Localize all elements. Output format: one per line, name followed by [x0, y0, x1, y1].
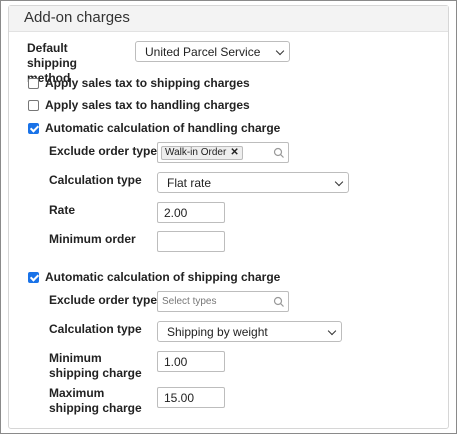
shipping-exclude-placeholder: Select types — [162, 296, 217, 307]
handling-exclude-input[interactable]: Walk-in Order ✕ — [157, 142, 289, 163]
shipping-exclude-label: Exclude order types — [49, 293, 164, 307]
handling-calc-type-select[interactable]: Flat rate — [157, 172, 349, 193]
handling-min-order-input[interactable] — [157, 231, 225, 252]
order-type-tag-label: Walk-in Order — [165, 147, 227, 158]
shipping-max-charge-input[interactable]: 15.00 — [157, 387, 225, 408]
sales-tax-handling-label: Apply sales tax to handling charges — [45, 98, 250, 112]
panel-title: Add-on charges — [24, 9, 130, 26]
default-shipping-value: United Parcel Service — [145, 45, 261, 59]
default-shipping-select[interactable]: United Parcel Service — [135, 41, 290, 62]
order-type-tag: Walk-in Order ✕ — [161, 146, 243, 160]
handling-rate-label: Rate — [49, 203, 76, 217]
sales-tax-handling-checkbox[interactable] — [28, 99, 39, 111]
shipping-max-charge-label: Maximum shipping charge — [49, 386, 142, 415]
chevron-down-icon — [327, 326, 337, 336]
auto-handling-row[interactable]: Automatic calculation of handling charge — [28, 121, 280, 135]
auto-shipping-label: Automatic calculation of shipping charge — [45, 270, 281, 284]
shipping-calc-type-value: Shipping by weight — [167, 325, 268, 339]
handling-exclude-label: Exclude order types — [49, 144, 164, 158]
sales-tax-shipping-row[interactable]: Apply sales tax to shipping charges — [28, 76, 250, 90]
panel-header: Add-on charges — [9, 6, 448, 32]
sales-tax-shipping-label: Apply sales tax to shipping charges — [45, 76, 250, 90]
shipping-calc-type-label: Calculation type — [49, 322, 142, 336]
search-icon — [273, 147, 284, 158]
handling-min-order-label: Minimum order — [49, 232, 136, 246]
shipping-min-charge-input[interactable]: 1.00 — [157, 351, 225, 372]
auto-handling-label: Automatic calculation of handling charge — [45, 121, 281, 135]
chevron-down-icon — [334, 177, 344, 187]
sales-tax-handling-row[interactable]: Apply sales tax to handling charges — [28, 98, 250, 112]
addon-charges-panel: Add-on charges Default shipping method U… — [8, 5, 449, 429]
chevron-down-icon — [275, 46, 285, 56]
handling-rate-input[interactable]: 2.00 — [157, 202, 225, 223]
remove-tag-icon[interactable]: ✕ — [230, 147, 238, 159]
search-icon — [273, 296, 284, 307]
handling-calc-type-label: Calculation type — [49, 173, 142, 187]
shipping-calc-type-select[interactable]: Shipping by weight — [157, 321, 342, 342]
sales-tax-shipping-checkbox[interactable] — [28, 77, 39, 89]
auto-shipping-checkbox[interactable] — [28, 271, 39, 283]
auto-shipping-row[interactable]: Automatic calculation of shipping charge — [28, 270, 280, 284]
window-frame: Add-on charges Default shipping method U… — [0, 0, 457, 434]
auto-handling-checkbox[interactable] — [28, 122, 39, 134]
shipping-exclude-input[interactable]: Select types — [157, 291, 289, 312]
shipping-min-charge-label: Minimum shipping charge — [49, 351, 142, 380]
handling-calc-type-value: Flat rate — [167, 176, 212, 190]
